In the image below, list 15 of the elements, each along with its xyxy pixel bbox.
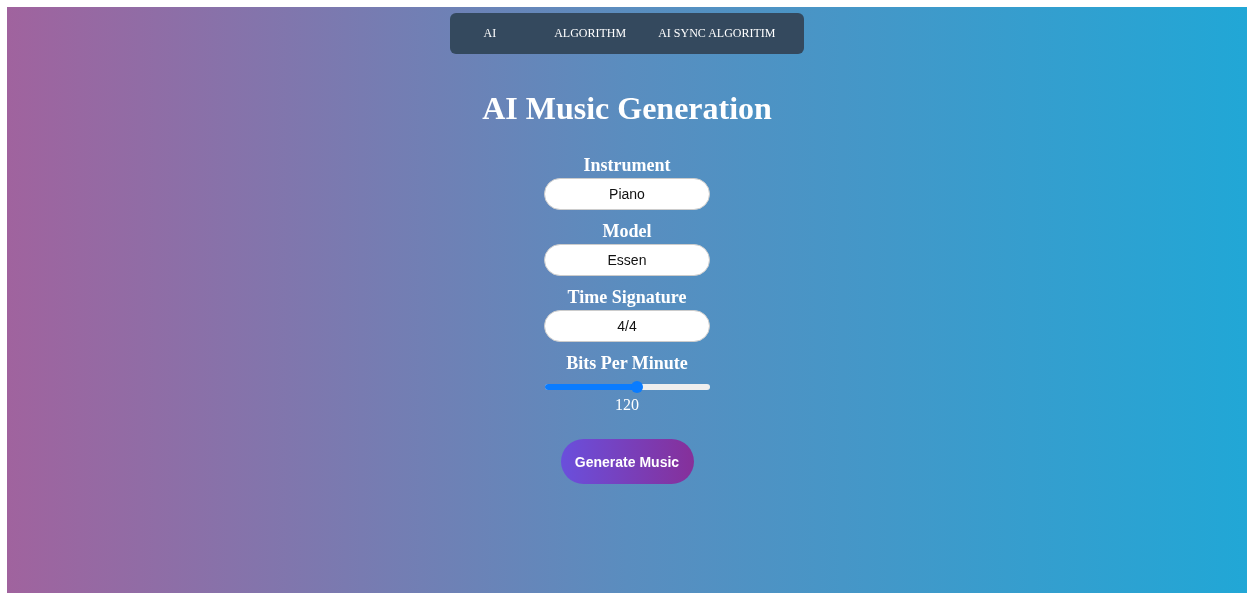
- input-field[interactable]: 4/4: [544, 310, 710, 342]
- field-label: Instrument: [583, 155, 671, 176]
- nav-link[interactable]: AI: [467, 26, 539, 41]
- nav-link[interactable]: AI SYNC ALGORITIM: [642, 26, 792, 41]
- slider-track[interactable]: [544, 384, 710, 390]
- field-label: Time Signature: [567, 287, 687, 308]
- input-field[interactable]: Piano: [544, 178, 710, 210]
- field-label: Bits Per Minute: [566, 353, 688, 374]
- input-field[interactable]: Essen: [544, 244, 710, 276]
- nav-link[interactable]: ALGORITHM: [538, 26, 643, 41]
- slider-thumb[interactable]: [630, 381, 643, 393]
- generate-button[interactable]: Generate Music: [560, 439, 694, 484]
- field-label: Model: [602, 221, 652, 242]
- page-title: AI Music Generation: [482, 90, 772, 127]
- slider-value: 120: [615, 396, 639, 414]
